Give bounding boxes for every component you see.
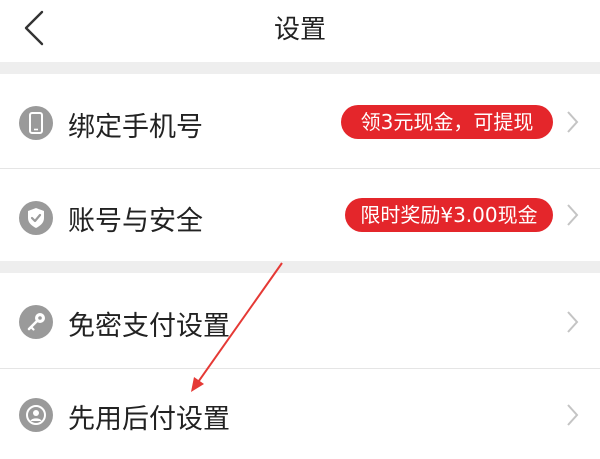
section-gap <box>0 62 600 74</box>
chevron-right-icon <box>567 404 579 426</box>
key-icon <box>19 305 53 339</box>
header-bar: 设置 <box>0 0 600 62</box>
settings-item-label: 绑定手机号 <box>68 112 203 143</box>
settings-item-account-security[interactable]: 账号与安全 限时奖励¥3.00现金 <box>0 170 600 260</box>
settings-item-label: 先用后付设置 <box>68 404 230 435</box>
settings-item-password-free-payment[interactable]: 免密支付设置 <box>0 273 600 363</box>
section-gap <box>0 261 600 273</box>
page-title: 设置 <box>273 15 326 45</box>
settings-item-pay-later[interactable]: 先用后付设置 <box>0 369 600 459</box>
chevron-right-icon <box>567 311 579 333</box>
settings-item-label: 账号与安全 <box>68 206 203 237</box>
chevron-right-icon <box>567 204 579 226</box>
settings-item-bind-phone[interactable]: 绑定手机号 领3元现金，可提现 <box>0 74 600 164</box>
shield-check-icon <box>19 201 53 235</box>
pay-later-icon <box>19 398 53 432</box>
phone-icon <box>19 106 53 140</box>
promo-badge: 限时奖励¥3.00现金 <box>345 198 553 232</box>
divider <box>0 168 600 169</box>
settings-item-label: 免密支付设置 <box>68 311 230 342</box>
promo-badge: 领3元现金，可提现 <box>341 105 553 139</box>
chevron-right-icon <box>567 111 579 133</box>
